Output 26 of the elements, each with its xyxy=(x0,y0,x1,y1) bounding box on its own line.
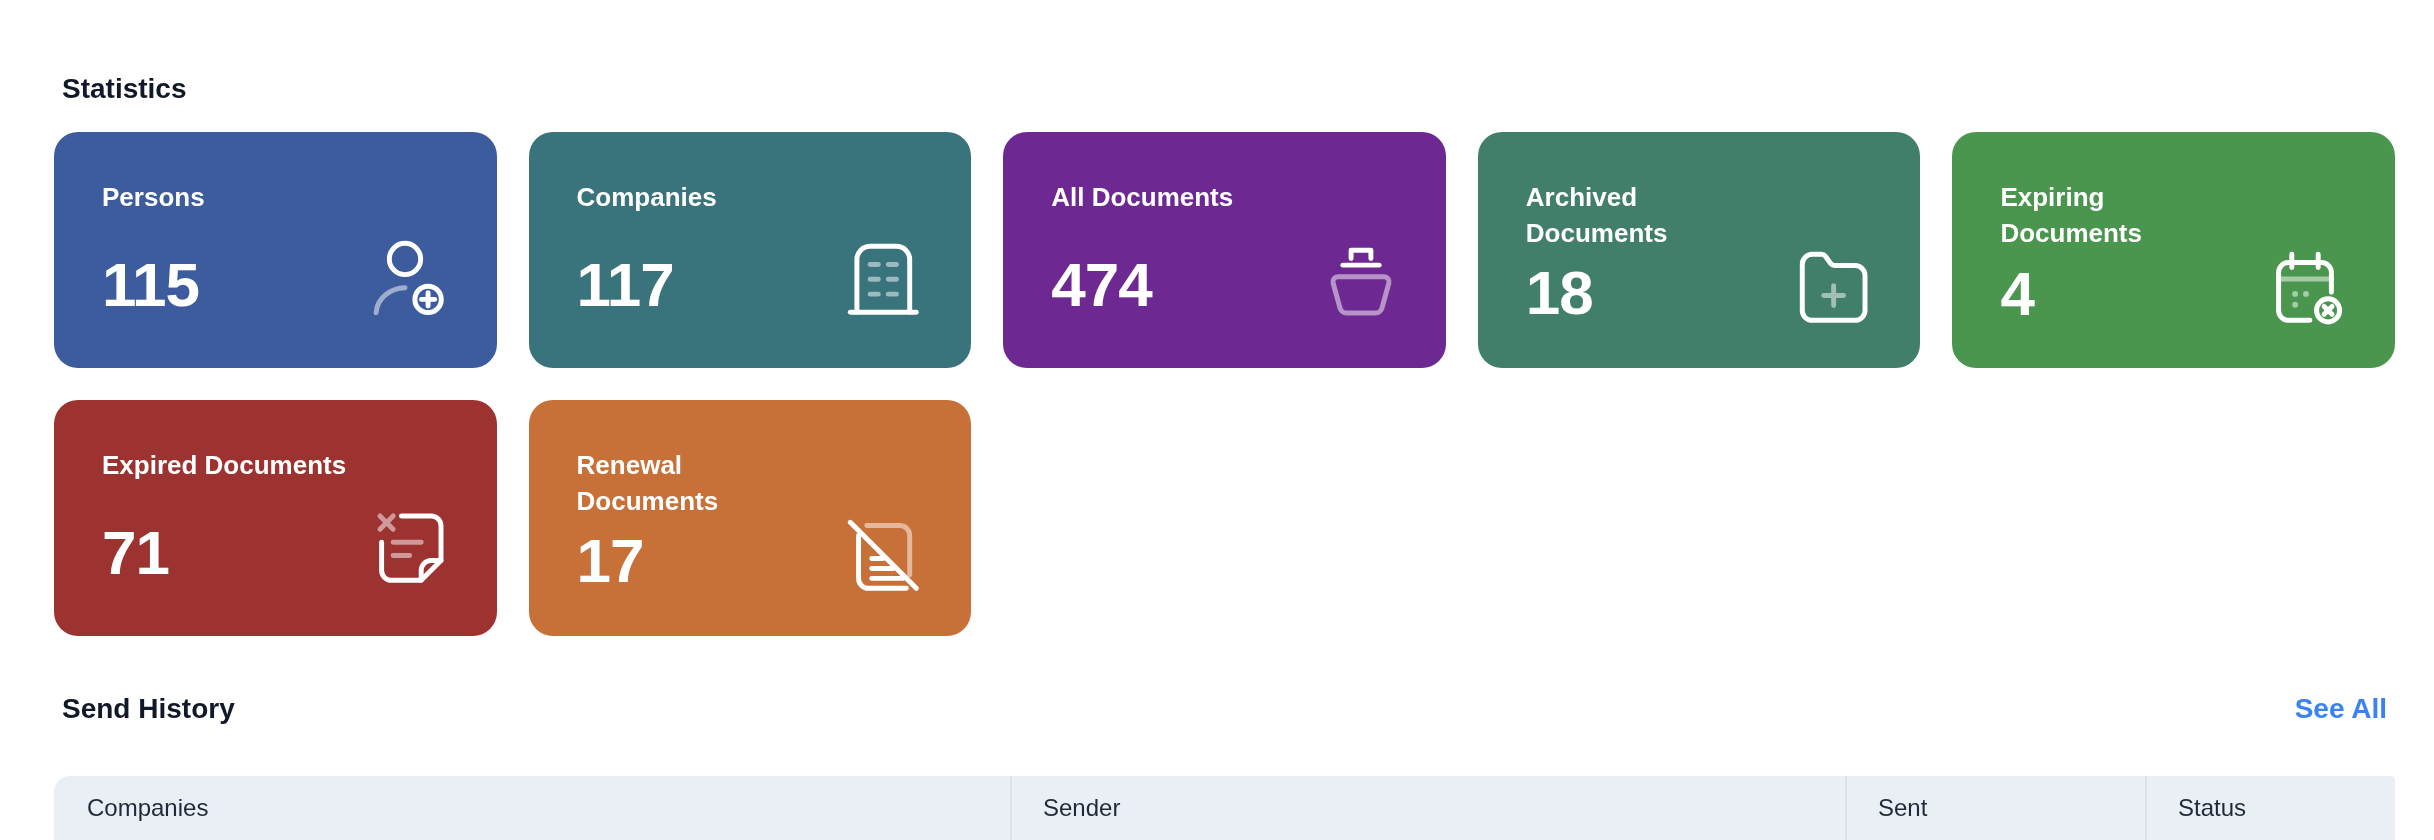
stat-label: Companies xyxy=(576,181,717,214)
stat-label: Expiring Documents xyxy=(2000,181,2143,250)
column-header: Sent xyxy=(1845,776,2145,840)
stat-label: All Documents xyxy=(1051,181,1234,214)
stat-value: 4 xyxy=(2000,263,2034,326)
stat-label: Archived Documents xyxy=(1525,181,1669,250)
folder-plus-icon xyxy=(1799,251,1869,324)
document-slash-icon xyxy=(846,519,920,592)
note-x-icon xyxy=(375,511,445,584)
see-all-link[interactable]: See All xyxy=(2294,691,2387,727)
stat-value: 17 xyxy=(576,529,644,592)
stat-value: 117 xyxy=(576,254,674,316)
stat-label: Renewal Documents xyxy=(576,449,720,518)
column-header: Sender xyxy=(1010,776,1845,840)
section-title: Send History xyxy=(61,692,235,726)
section-title: Statistics xyxy=(61,72,187,106)
stat-value: 115 xyxy=(102,254,200,316)
stat-label: Expired Documents xyxy=(102,449,347,482)
building-icon xyxy=(846,243,920,316)
column-header: Status xyxy=(2145,776,2395,840)
column-header: Companies xyxy=(86,793,210,823)
stat-label: Persons xyxy=(102,181,205,214)
stat-value: 18 xyxy=(1525,261,1593,324)
user-plus-icon xyxy=(372,240,445,316)
stat-value: 71 xyxy=(102,522,169,584)
stat-value: 474 xyxy=(1051,254,1152,316)
